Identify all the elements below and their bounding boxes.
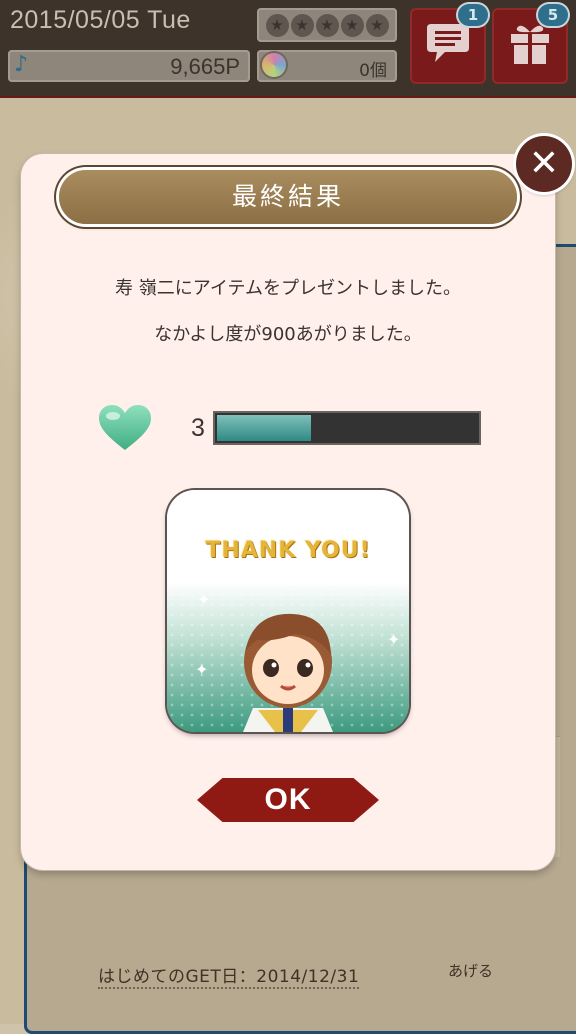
close-icon[interactable]: ✕ — [516, 136, 572, 192]
sparkle-icon: ✦ — [195, 660, 209, 679]
character-avatar — [243, 613, 333, 732]
sparkle-icon: ✦ — [197, 590, 211, 609]
first-get-date: はじめてのGET日：2014/12/31 — [98, 962, 360, 989]
date-display: 2015/05/05 Tue — [10, 6, 191, 34]
affection-level: 3 — [191, 414, 205, 442]
star-icon: ★ — [265, 13, 289, 37]
chat-bubble-icon — [410, 22, 486, 74]
thank-you-card: THANK YOU! ✦ ✦ ✦ — [167, 490, 409, 732]
affection-progress-fill — [217, 415, 311, 441]
dialog-title: 最終結果 — [59, 170, 517, 224]
points-value: 9,665P — [170, 54, 240, 79]
gift-badge: 5 — [538, 4, 568, 26]
rank-stars: ★ ★ ★ ★ ★ — [257, 8, 397, 42]
star-icon: ★ — [290, 13, 314, 37]
points-display: ♪ 9,665P — [8, 50, 250, 82]
chat-badge: 1 — [458, 4, 488, 26]
gift-button[interactable]: 5 — [492, 4, 568, 84]
gems-value: 0個 — [359, 61, 387, 81]
ok-button[interactable]: OK — [197, 778, 379, 822]
gift-box-icon — [492, 22, 568, 76]
give-link: あげる — [448, 962, 494, 980]
sparkle-icon: ✦ — [387, 630, 401, 649]
present-message: 寿 嶺二にアイテムをプレゼントしました。 — [115, 278, 461, 299]
rainbow-gem-icon — [262, 53, 286, 77]
heart-icon — [97, 404, 153, 452]
star-icon: ★ — [340, 13, 364, 37]
star-icon: ★ — [365, 13, 389, 37]
affection-message: なかよし度が900あがりました。 — [154, 324, 422, 345]
music-note-icon: ♪ — [14, 52, 29, 77]
star-icon: ★ — [315, 13, 339, 37]
affection-progress-bar — [213, 411, 481, 445]
status-bar: 2015/05/05 Tue ★ ★ ★ ★ ★ ♪ 9,665P 0個 1 5 — [0, 0, 576, 98]
gems-display: 0個 — [257, 50, 397, 82]
result-dialog: 最終結果 寿 嶺二にアイテムをプレゼントしました。 なかよし度が900あがりまし… — [21, 154, 555, 870]
chat-button[interactable]: 1 — [410, 4, 488, 84]
thank-you-text: THANK YOU! — [205, 538, 371, 563]
